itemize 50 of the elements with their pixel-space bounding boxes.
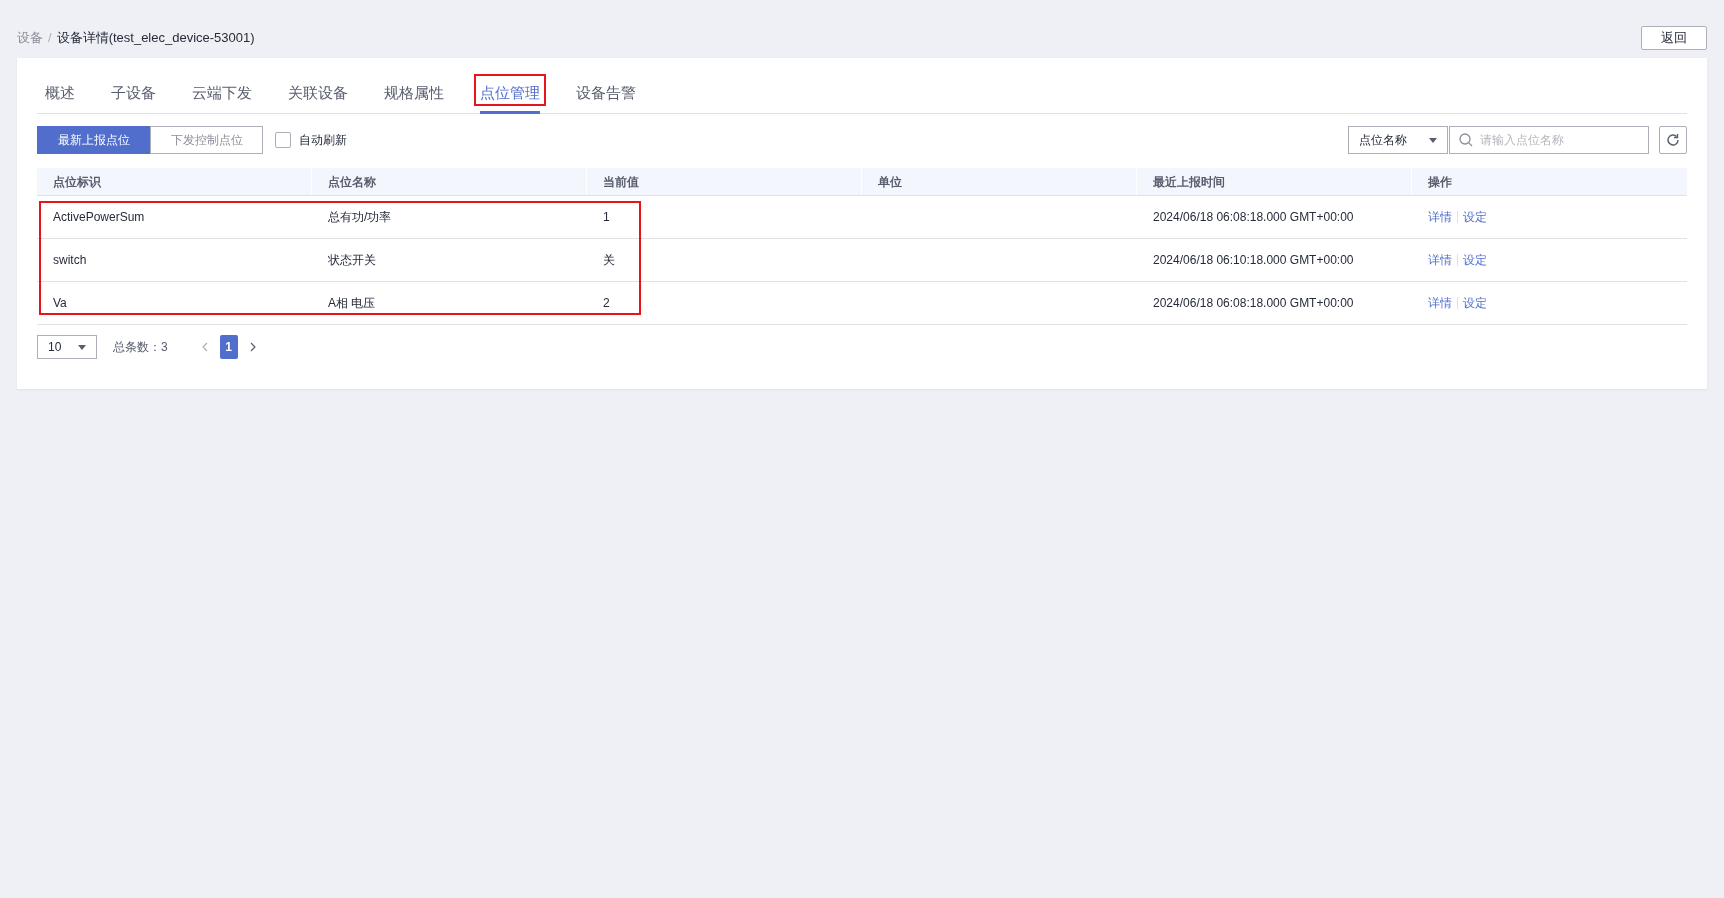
- table-cell-text: 总有功/功率: [328, 209, 392, 226]
- caret-icon: [78, 344, 86, 350]
- mode-toggle-button[interactable]: 最新上报点位: [37, 126, 150, 154]
- auto-refresh-checkbox[interactable]: [275, 132, 291, 148]
- tab[interactable]: 子设备: [111, 78, 156, 114]
- column-header: 当前值: [603, 173, 639, 191]
- column-header: 点位名称: [328, 173, 376, 191]
- table-cell-text: 关: [603, 252, 615, 269]
- refresh-button[interactable]: [1659, 126, 1687, 154]
- table-cell-text: 2: [603, 295, 610, 312]
- action-link[interactable]: 设定: [1463, 251, 1487, 269]
- table-cell-text: A相 电压: [328, 295, 376, 312]
- tab[interactable]: 概述: [45, 78, 75, 114]
- refresh-icon: [1666, 133, 1680, 147]
- action-link[interactable]: 设定: [1463, 294, 1487, 312]
- table-cell-text: 2024/06/18 06:08:18.000 GMT+00:00: [1153, 295, 1354, 312]
- column-header: 单位: [878, 173, 902, 191]
- search-field[interactable]: 请输入点位名称: [1449, 126, 1649, 154]
- page-button[interactable]: 1: [219, 335, 238, 359]
- table-cell-text: switch: [53, 252, 87, 269]
- table-cell-text: 2024/06/18 06:08:18.000 GMT+00:00: [1153, 209, 1354, 226]
- mode-toggle-button[interactable]: 下发控制点位: [150, 126, 263, 154]
- breadcrumb-current: 设备详情(test_elec_device-53001): [56, 29, 255, 48]
- tab[interactable]: 设备告警: [576, 78, 636, 114]
- table-cell-text: ActivePowerSum: [53, 209, 145, 226]
- table-cell-text: 状态开关: [328, 252, 376, 269]
- action-link[interactable]: 详情: [1428, 294, 1452, 312]
- tab[interactable]: 云端下发: [192, 78, 252, 114]
- search-icon: [1459, 133, 1473, 147]
- back-button[interactable]: 返回: [1641, 26, 1707, 50]
- tab[interactable]: 规格属性: [384, 78, 444, 114]
- next-page-icon[interactable]: [249, 342, 256, 352]
- column-header: 点位标识: [53, 173, 101, 191]
- breadcrumb-separator: /: [48, 29, 52, 48]
- column-header: 操作: [1428, 173, 1452, 191]
- auto-refresh-label: 自动刷新: [299, 132, 347, 149]
- table-cell-text: Va: [53, 295, 67, 312]
- breadcrumb-link[interactable]: 设备: [17, 28, 43, 48]
- action-link[interactable]: 详情: [1428, 208, 1452, 226]
- search-field-select[interactable]: 点位名称: [1348, 126, 1448, 154]
- tab[interactable]: 关联设备: [288, 78, 348, 114]
- action-link[interactable]: 详情: [1428, 251, 1452, 269]
- table-cell-text: 1: [603, 209, 610, 226]
- caret-icon: [1429, 137, 1437, 143]
- column-header: 最近上报时间: [1153, 173, 1225, 191]
- tab[interactable]: 点位管理: [480, 78, 540, 114]
- total-count: 总条数：3: [113, 339, 168, 356]
- page-size-select[interactable]: 10: [37, 335, 97, 359]
- action-link[interactable]: 设定: [1463, 208, 1487, 226]
- table-cell-text: 2024/06/18 06:10:18.000 GMT+00:00: [1153, 252, 1354, 269]
